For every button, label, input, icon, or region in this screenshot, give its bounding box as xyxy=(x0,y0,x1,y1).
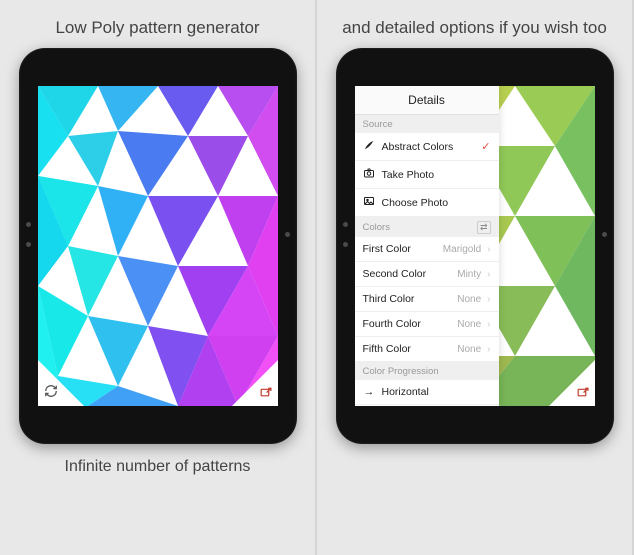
caption-bottom-left: Infinite number of patterns xyxy=(55,444,261,494)
chevron-right-icon: › xyxy=(487,344,490,355)
device-dot xyxy=(602,232,607,237)
refresh-button[interactable] xyxy=(38,360,84,406)
details-title: Details xyxy=(355,86,499,115)
device-dot xyxy=(26,222,31,227)
color-third[interactable]: Third Color None › xyxy=(355,287,499,312)
progression-horizontal[interactable]: → Horizontal xyxy=(355,380,499,405)
tablet-frame-left xyxy=(19,48,297,444)
device-dot xyxy=(343,242,348,247)
color-second[interactable]: Second Color Minty › xyxy=(355,262,499,287)
source-take-photo[interactable]: Take Photo xyxy=(355,161,499,189)
color-fifth[interactable]: Fifth Color None › xyxy=(355,337,499,362)
section-header-progression: Color Progression xyxy=(355,362,499,380)
source-choose-photo[interactable]: Choose Photo xyxy=(355,189,499,217)
share-button[interactable] xyxy=(232,360,278,406)
section-header-colors: Colors ⇄ xyxy=(355,217,499,237)
color-first[interactable]: First Color Marigold › xyxy=(355,237,499,262)
caption-top-left: Low Poly pattern generator xyxy=(45,0,269,48)
screen-left xyxy=(38,86,278,406)
tablet-frame-right: Details Source Abstract Colors ✓ Ta xyxy=(336,48,614,444)
color-fourth[interactable]: Fourth Color None › xyxy=(355,312,499,337)
device-dot xyxy=(285,232,290,237)
refresh-icon xyxy=(44,384,58,401)
share-icon xyxy=(576,385,589,401)
chevron-right-icon: › xyxy=(487,294,490,305)
details-panel: Details Source Abstract Colors ✓ Ta xyxy=(355,86,499,406)
check-icon: ✓ xyxy=(481,140,490,153)
low-poly-pattern xyxy=(38,86,278,406)
right-panel: and detailed options if you wish too xyxy=(317,0,634,555)
chevron-right-icon: › xyxy=(487,269,490,280)
chevron-right-icon: › xyxy=(487,244,490,255)
image-icon xyxy=(363,195,376,210)
shuffle-icon[interactable]: ⇄ xyxy=(477,221,491,234)
left-panel: Low Poly pattern generator xyxy=(0,0,317,555)
chevron-right-icon: › xyxy=(487,319,490,330)
section-header-source: Source xyxy=(355,115,499,133)
device-dot xyxy=(343,222,348,227)
arrow-horizontal-icon: → xyxy=(363,386,376,398)
progression-vertical[interactable]: ↓ Vertical xyxy=(355,405,499,406)
screen-right: Details Source Abstract Colors ✓ Ta xyxy=(355,86,595,406)
source-abstract-colors[interactable]: Abstract Colors ✓ xyxy=(355,133,499,161)
brush-icon xyxy=(363,139,376,154)
share-icon xyxy=(259,385,272,401)
share-button[interactable] xyxy=(549,360,595,406)
camera-icon xyxy=(363,167,376,182)
device-dot xyxy=(26,242,31,247)
caption-top-right: and detailed options if you wish too xyxy=(332,0,617,48)
